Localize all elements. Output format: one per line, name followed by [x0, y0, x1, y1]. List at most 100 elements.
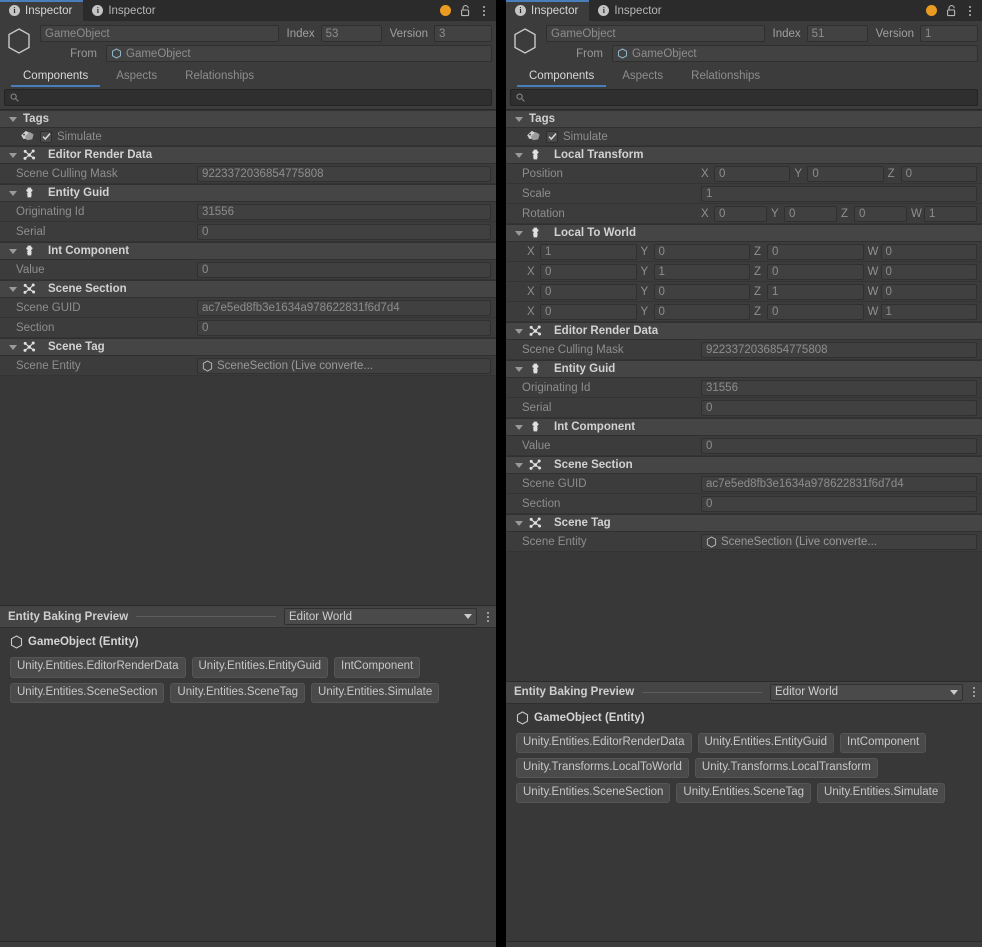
- window-tab-inspector-1[interactable]: i Inspector: [0, 0, 84, 21]
- component-chip[interactable]: Unity.Entities.SceneSection: [516, 783, 671, 804]
- foldout-toggle-icon[interactable]: [512, 421, 525, 434]
- entity-reference-field[interactable]: SceneSection (Live converte...: [701, 533, 977, 550]
- foldout-toggle-icon[interactable]: [6, 113, 19, 126]
- component-header-scene-tag[interactable]: Scene Tag: [506, 514, 982, 532]
- foldout-toggle-icon[interactable]: [512, 149, 525, 162]
- axis-value-field[interactable]: 0: [900, 165, 977, 182]
- axis-value-field[interactable]: 0: [784, 205, 837, 222]
- component-chip[interactable]: IntComponent: [334, 657, 421, 678]
- status-dot-icon[interactable]: [440, 5, 451, 16]
- kebab-menu-icon[interactable]: [967, 4, 973, 18]
- property-value-field[interactable]: 0: [197, 261, 491, 278]
- tab-components[interactable]: Components: [9, 65, 102, 87]
- component-chip[interactable]: IntComponent: [840, 732, 927, 753]
- component-chip[interactable]: Unity.Entities.SceneSection: [10, 682, 165, 703]
- component-chip[interactable]: Unity.Entities.SceneTag: [676, 783, 812, 804]
- foldout-toggle-icon[interactable]: [512, 363, 525, 376]
- property-value-field[interactable]: 0: [701, 399, 977, 416]
- component-chip[interactable]: Unity.Entities.EditorRenderData: [10, 657, 186, 678]
- lock-open-icon[interactable]: [946, 4, 958, 17]
- axis-value-field[interactable]: 0: [653, 243, 750, 260]
- foldout-toggle-icon[interactable]: [512, 459, 525, 472]
- entity-index-field[interactable]: 53: [320, 25, 382, 42]
- axis-value-field[interactable]: 1: [767, 283, 864, 300]
- preview-kebab-menu-icon[interactable]: [485, 610, 491, 624]
- component-header-entity-guid[interactable]: Entity Guid: [0, 184, 496, 202]
- axis-value-field[interactable]: 0: [807, 165, 884, 182]
- entity-index-field[interactable]: 51: [806, 25, 868, 42]
- component-header-int-component[interactable]: Int Component: [506, 418, 982, 436]
- search-input[interactable]: [510, 89, 978, 106]
- property-value-field[interactable]: 0: [197, 223, 491, 240]
- foldout-toggle-icon[interactable]: [6, 245, 19, 258]
- component-header-tags[interactable]: Tags: [0, 110, 496, 128]
- component-header-local-transform[interactable]: Local Transform: [506, 146, 982, 164]
- foldout-toggle-icon[interactable]: [6, 341, 19, 354]
- axis-value-field[interactable]: 0: [714, 165, 791, 182]
- property-value-field[interactable]: 9223372036854775808: [197, 165, 491, 182]
- component-chip[interactable]: Unity.Transforms.LocalTransform: [694, 757, 878, 779]
- component-chip[interactable]: Unity.Entities.EntityGuid: [191, 657, 329, 678]
- component-chip[interactable]: Unity.Entities.Simulate: [311, 682, 440, 703]
- component-chip[interactable]: Unity.Entities.EntityGuid: [697, 732, 835, 753]
- world-select[interactable]: Editor World: [770, 683, 963, 701]
- axis-value-field[interactable]: 0: [880, 263, 977, 280]
- scalar-value-field[interactable]: 1: [701, 185, 977, 202]
- property-value-field[interactable]: 0: [701, 495, 977, 512]
- property-value-field[interactable]: ac7e5ed8fb3e1634a978622831f6d7d4: [197, 299, 491, 316]
- entity-version-field[interactable]: 1: [920, 25, 978, 42]
- axis-value-field[interactable]: 0: [767, 243, 864, 260]
- entity-version-field[interactable]: 3: [434, 25, 492, 42]
- preview-kebab-menu-icon[interactable]: [971, 685, 977, 699]
- axis-value-field[interactable]: 1: [880, 303, 977, 320]
- world-select[interactable]: Editor World: [284, 608, 477, 626]
- component-header-int-component[interactable]: Int Component: [0, 242, 496, 260]
- foldout-toggle-icon[interactable]: [6, 149, 19, 162]
- property-value-field[interactable]: 0: [197, 319, 491, 336]
- axis-value-field[interactable]: 0: [540, 303, 637, 320]
- property-value-field[interactable]: 9223372036854775808: [701, 341, 977, 358]
- component-header-local-to-world[interactable]: Local To World: [506, 224, 982, 242]
- entity-reference-field[interactable]: SceneSection (Live converte...: [197, 357, 491, 374]
- window-tab-inspector-2[interactable]: i Inspector: [83, 0, 167, 21]
- component-header-editor-render-data[interactable]: Editor Render Data: [506, 322, 982, 340]
- component-header-scene-section[interactable]: Scene Section: [0, 280, 496, 298]
- entity-name-field[interactable]: GameObject: [40, 25, 279, 42]
- foldout-toggle-icon[interactable]: [512, 517, 525, 530]
- status-dot-icon[interactable]: [926, 5, 937, 16]
- property-value-field[interactable]: ac7e5ed8fb3e1634a978622831f6d7d4: [701, 475, 977, 492]
- axis-value-field[interactable]: 0: [854, 205, 907, 222]
- component-chip[interactable]: Unity.Entities.SceneTag: [170, 682, 306, 703]
- component-header-tags[interactable]: Tags: [506, 110, 982, 128]
- axis-value-field[interactable]: 0: [767, 303, 864, 320]
- property-value-field[interactable]: 31556: [197, 203, 491, 220]
- tab-components[interactable]: Components: [515, 65, 608, 87]
- lock-open-icon[interactable]: [460, 4, 472, 17]
- foldout-toggle-icon[interactable]: [512, 325, 525, 338]
- axis-value-field[interactable]: 1: [540, 243, 637, 260]
- axis-value-field[interactable]: 1: [924, 205, 977, 222]
- axis-value-field[interactable]: 0: [653, 303, 750, 320]
- axis-value-field[interactable]: 0: [767, 263, 864, 280]
- axis-value-field[interactable]: 0: [880, 283, 977, 300]
- kebab-menu-icon[interactable]: [481, 4, 487, 18]
- panel-divider[interactable]: [497, 0, 506, 947]
- simulate-checkbox[interactable]: [546, 130, 558, 143]
- axis-value-field[interactable]: 0: [880, 243, 977, 260]
- component-chip[interactable]: Unity.Transforms.LocalToWorld: [516, 757, 689, 779]
- window-tab-inspector-2[interactable]: i Inspector: [589, 0, 673, 21]
- tab-aspects[interactable]: Aspects: [102, 65, 171, 87]
- entity-name-field[interactable]: GameObject: [546, 25, 765, 42]
- search-input[interactable]: [4, 89, 492, 106]
- component-header-scene-tag[interactable]: Scene Tag: [0, 338, 496, 356]
- axis-value-field[interactable]: 0: [540, 283, 637, 300]
- component-header-scene-section[interactable]: Scene Section: [506, 456, 982, 474]
- component-chip[interactable]: Unity.Entities.EditorRenderData: [516, 732, 692, 753]
- property-value-field[interactable]: 0: [701, 437, 977, 454]
- axis-value-field[interactable]: 0: [714, 205, 767, 222]
- component-chip[interactable]: Unity.Entities.Simulate: [817, 783, 946, 804]
- component-header-entity-guid[interactable]: Entity Guid: [506, 360, 982, 378]
- axis-value-field[interactable]: 1: [653, 263, 750, 280]
- entity-from-field[interactable]: GameObject: [106, 45, 492, 62]
- window-tab-inspector-1[interactable]: i Inspector: [506, 0, 590, 21]
